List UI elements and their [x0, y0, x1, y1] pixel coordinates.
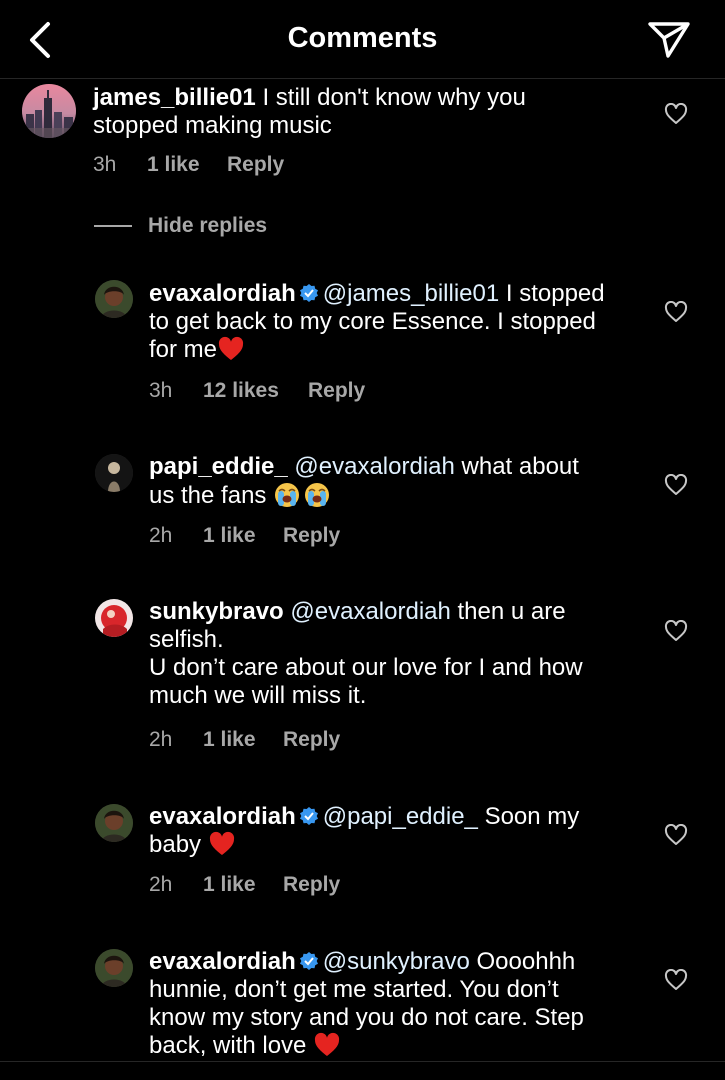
comment-meta: 2h 1 like Reply — [149, 873, 340, 897]
profile-photo-icon — [95, 804, 133, 842]
mention-link[interactable]: @papi_eddie_ — [323, 803, 478, 830]
red-heart-emoji-icon — [209, 831, 234, 855]
like-heart-icon[interactable] — [664, 620, 688, 642]
loudly-crying-emoji-icon — [275, 483, 300, 507]
comment-time: 3h — [149, 379, 173, 402]
city-skyline-avatar-icon — [22, 84, 76, 138]
mention-link[interactable]: @sunkybravo — [323, 948, 470, 975]
comment-body-line: know my story and you do not care. Step — [149, 1004, 584, 1031]
like-heart-icon[interactable] — [664, 474, 688, 496]
like-count[interactable]: 1 like — [147, 153, 227, 177]
avatar[interactable] — [95, 280, 133, 318]
like-heart-icon[interactable] — [664, 824, 688, 846]
comment-body-line: Soon my — [484, 803, 580, 830]
comment-text: papi_eddie_ @evaxalordiah what about us … — [149, 453, 649, 510]
divider-line — [0, 1061, 725, 1062]
comment-body-line: us the fans — [149, 482, 267, 509]
comment-time: 3h — [93, 153, 117, 176]
comment-body-line-wrap: us the fans — [149, 481, 649, 510]
avatar[interactable] — [95, 599, 133, 637]
comment-username[interactable]: sunkybravo — [149, 598, 284, 625]
reply-button[interactable]: Reply — [308, 379, 365, 403]
like-count[interactable]: 1 like — [203, 873, 283, 897]
comment-username[interactable]: james_billie01 — [93, 84, 256, 111]
loudly-crying-emoji-icon — [305, 483, 330, 507]
comment-text: evaxalordiah @papi_eddie_ Soon my baby — [149, 803, 649, 859]
comment-body-line-wrap: back, with love — [149, 1032, 649, 1060]
verified-badge-icon — [299, 284, 318, 302]
red-heart-emoji-icon — [218, 336, 244, 360]
comment-body-line: much we will miss it. — [149, 682, 367, 709]
like-count[interactable]: 12 likes — [203, 379, 308, 403]
comment-body-line: stopped making music — [93, 112, 332, 139]
comment-body-line: what about — [461, 453, 579, 480]
reply-button[interactable]: Reply — [283, 873, 340, 897]
profile-photo-icon — [95, 949, 133, 987]
like-heart-icon[interactable] — [664, 301, 688, 323]
avatar[interactable] — [95, 804, 133, 842]
mention-link[interactable]: @evaxalordiah — [290, 598, 450, 625]
comment-username[interactable]: evaxalordiah — [149, 948, 296, 975]
comment-meta: 3h 1 like Reply — [93, 153, 284, 177]
comment-time: 2h — [149, 524, 173, 547]
reply-button[interactable]: Reply — [227, 153, 284, 177]
red-heart-emoji-icon — [314, 1032, 340, 1056]
avatar[interactable] — [95, 949, 133, 987]
verified-badge-icon — [299, 807, 318, 825]
comment-body-line: I stopped — [505, 280, 605, 307]
verified-badge-icon — [299, 952, 318, 970]
comment-body-line: for me — [149, 336, 218, 363]
like-heart-icon[interactable] — [664, 103, 688, 125]
comment-meta: 2h 1 like Reply — [149, 728, 340, 752]
mention-link[interactable]: @james_billie01 — [323, 280, 499, 307]
comment-body-line: U don’t care about our love for I and ho… — [149, 654, 583, 681]
comment-username[interactable]: papi_eddie_ — [149, 453, 288, 480]
comment-body-line: I still don't know why you — [262, 84, 526, 111]
page-title: Comments — [287, 22, 438, 54]
comment-time: 2h — [149, 728, 173, 751]
comment-body-line: Oooohhh — [476, 948, 576, 975]
comment-text: sunkybravo @evaxalordiah then u are self… — [149, 598, 649, 710]
hide-replies-button[interactable]: Hide replies — [94, 214, 267, 244]
comment-body-line: baby — [149, 831, 202, 858]
comment-body-line-wrap: baby — [149, 831, 649, 859]
comment-body-line: selfish. — [149, 626, 224, 653]
profile-photo-icon — [95, 454, 133, 492]
comment-username[interactable]: evaxalordiah — [149, 280, 296, 307]
comment-text: james_billie01 I still don't know why yo… — [93, 84, 633, 140]
send-paper-plane-icon[interactable] — [646, 18, 692, 60]
reply-button[interactable]: Reply — [283, 524, 340, 548]
comment-meta: 3h 12 likes Reply — [149, 379, 365, 403]
like-count[interactable]: 1 like — [203, 728, 283, 752]
avatar[interactable] — [95, 454, 133, 492]
comment-body-line: hunnie, don’t get me started. You don’t — [149, 976, 559, 1003]
comment-meta: 2h 1 like Reply — [149, 524, 340, 548]
comment-body-line: then u are — [457, 598, 566, 625]
comment-username[interactable]: evaxalordiah — [149, 803, 296, 830]
comment-body-line: to get back to my core Essence. I stoppe… — [149, 308, 596, 335]
like-heart-icon[interactable] — [664, 969, 688, 991]
comment-text: evaxalordiah @james_billie01 I stopped to… — [149, 280, 649, 364]
profile-photo-icon — [95, 280, 133, 318]
comment-text: evaxalordiah @sunkybravo Oooohhh hunnie, … — [149, 948, 649, 1060]
like-count[interactable]: 1 like — [203, 524, 283, 548]
divider-line — [94, 225, 132, 227]
comment-time: 2h — [149, 873, 173, 896]
reply-button[interactable]: Reply — [283, 728, 340, 752]
comment-body-line: back, with love — [149, 1032, 307, 1059]
avatar[interactable] — [22, 84, 76, 138]
profile-photo-icon — [95, 599, 133, 637]
header-bar: Comments — [0, 0, 725, 79]
mention-link[interactable]: @evaxalordiah — [294, 453, 454, 480]
hide-replies-label: Hide replies — [148, 214, 268, 237]
